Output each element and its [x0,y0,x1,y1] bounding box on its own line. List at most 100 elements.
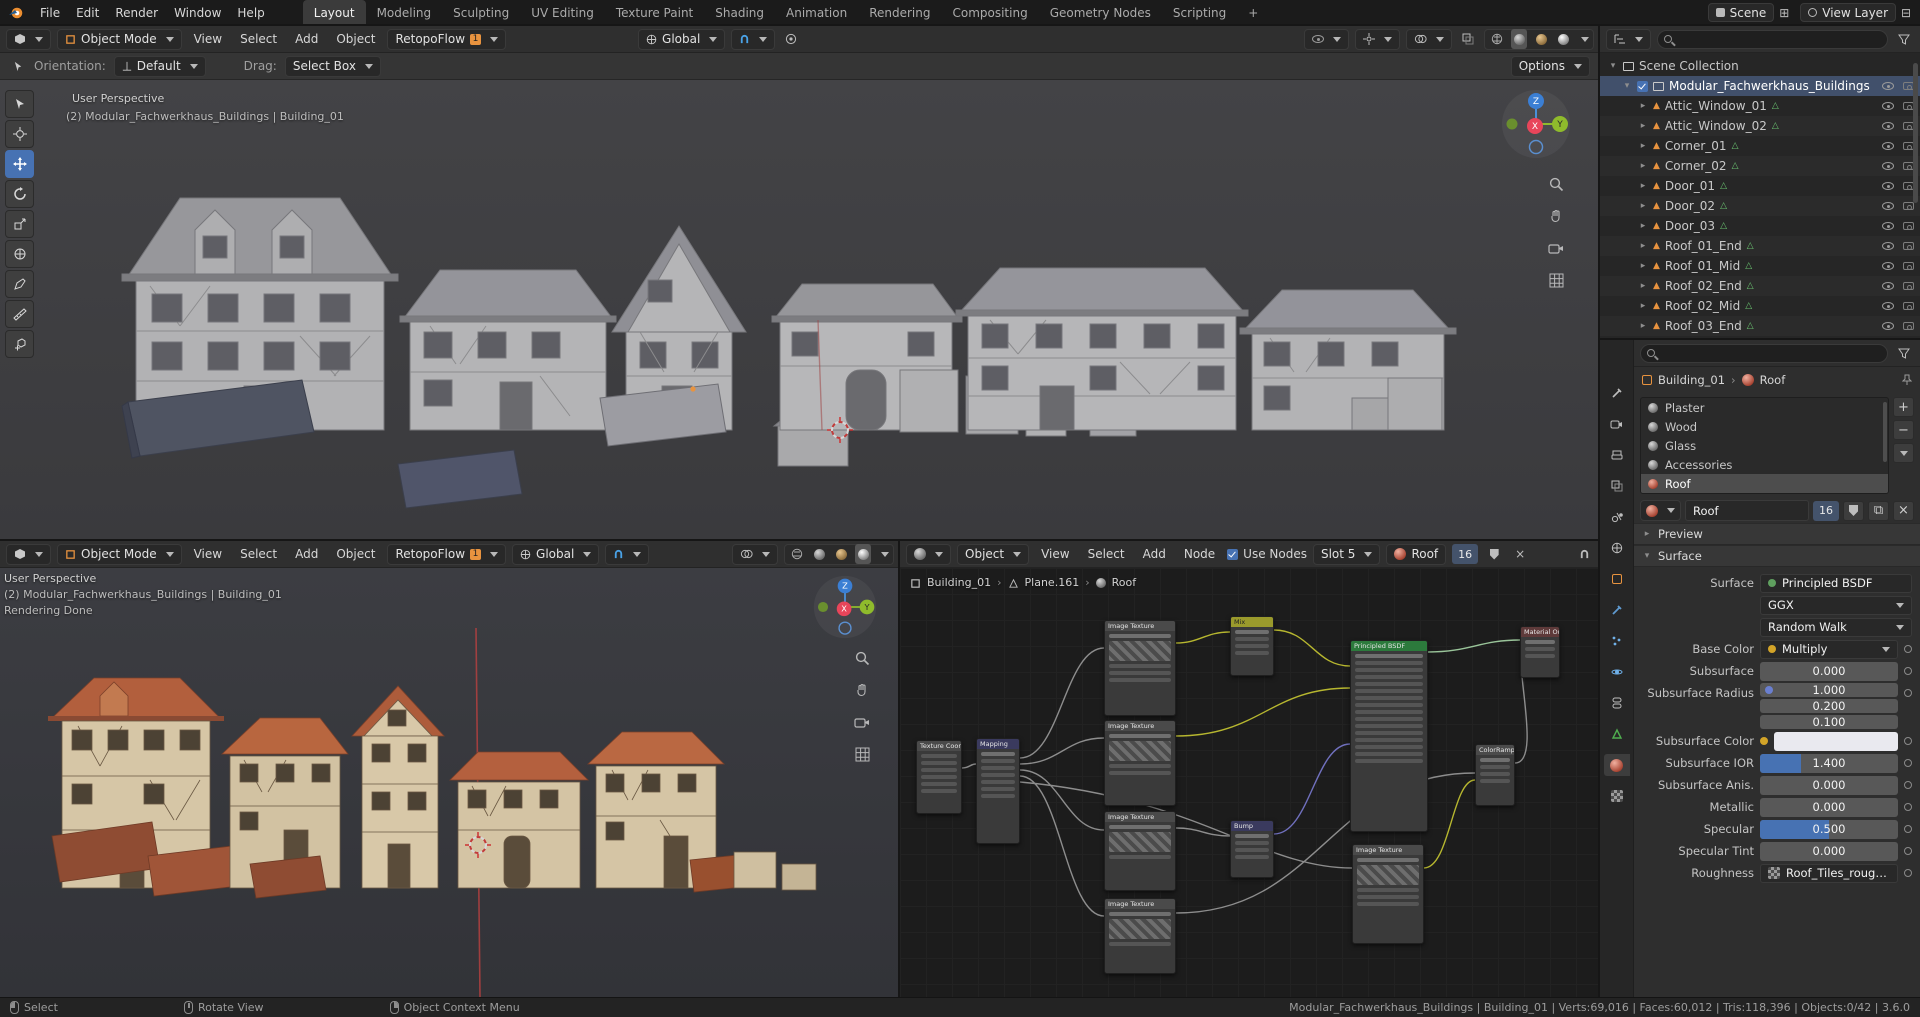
object-name[interactable]: Attic_Window_02 [1665,119,1767,133]
menu-file[interactable]: File [32,0,68,25]
tab-render[interactable] [1604,413,1630,435]
outliner-search[interactable] [1657,29,1888,49]
shading-material-button[interactable] [833,544,849,564]
render-visibility-icon[interactable] [1903,282,1914,290]
tab-scene[interactable] [1604,506,1630,528]
editor-type-button[interactable] [6,543,51,565]
object-name[interactable]: Roof_01_End [1665,239,1742,253]
object-name[interactable]: Roof_02_Mid [1665,299,1740,313]
shader-node-material-output[interactable]: Material Output [1520,626,1560,678]
surface-shader-dropdown[interactable]: Principled BSDF [1760,573,1912,593]
shader-node-mapping[interactable]: Mapping [976,738,1020,844]
object-row[interactable]: ▸ ▲ Roof_01_Mid △ [1600,256,1920,276]
properties-search-input[interactable] [1660,347,1881,359]
hide-eye-icon[interactable] [1882,82,1894,90]
node-header[interactable]: Mapping [977,739,1019,749]
node-header[interactable]: Principled BSDF [1351,641,1427,651]
menu-node[interactable]: Node [1178,541,1221,567]
object-name[interactable]: Roof_03_End [1665,319,1742,333]
filter-icon[interactable] [1894,343,1914,363]
tool-cursor[interactable] [5,120,34,148]
object-row[interactable]: ▸ ▲ Roof_02_Mid △ [1600,296,1920,316]
transform-orientation-dropdown[interactable]: Global [512,543,600,565]
shader-node-image-texture[interactable]: Image Texture [1352,844,1424,944]
render-visibility-icon[interactable] [1903,222,1914,230]
menu-view[interactable]: View [188,541,228,567]
unlink-material-button[interactable]: × [1893,500,1914,521]
material-slot[interactable]: Glass [1641,436,1888,455]
decorator-dot[interactable] [1904,803,1912,811]
tool-annotate[interactable] [5,270,34,298]
outliner-search-input[interactable] [1677,33,1881,45]
workspace-tab-uv-editing[interactable]: UV Editing [520,0,605,25]
subsurface-anis-slider[interactable]: 0.000 [1760,775,1898,795]
shading-solid-button[interactable] [811,544,827,564]
shading-wireframe-button[interactable] [789,544,805,564]
menu-select[interactable]: Select [1082,541,1131,567]
decorator-dot[interactable] [1904,825,1912,833]
workspace-tab-animation[interactable]: Animation [775,0,858,25]
decorator-dot[interactable] [1904,667,1912,675]
zoom-icon[interactable] [1544,172,1568,196]
object-name[interactable]: Corner_02 [1665,159,1727,173]
hide-eye-icon[interactable] [1882,122,1894,130]
node-header[interactable]: Image Texture [1105,899,1175,909]
material-slot[interactable]: Plaster [1641,398,1888,417]
object-name[interactable]: Roof_02_End [1665,279,1742,293]
object-row[interactable]: ▸ ▲ Roof_01_End △ [1600,236,1920,256]
radius-z-field[interactable]: 0.100 [1760,715,1898,729]
workspace-tab-compositing[interactable]: Compositing [941,0,1038,25]
expand-arrow-icon[interactable]: ▸ [1638,261,1648,271]
decorator-dot[interactable] [1904,869,1912,877]
editor-type-button[interactable] [6,28,51,50]
object-row[interactable]: ▸ ▲ Attic_Window_01 △ [1600,96,1920,116]
object-row[interactable]: ▸ ▲ Roof_02_End △ [1600,276,1920,296]
shader-node-image-texture[interactable]: Image Texture [1104,620,1176,716]
browse-material-button[interactable] [1640,500,1681,521]
hide-eye-icon[interactable] [1882,142,1894,150]
camera-view-icon[interactable] [850,710,874,734]
ortho-grid-icon[interactable] [1544,268,1568,292]
material-slot[interactable]: Accessories [1641,455,1888,474]
filter-icon[interactable] [1894,29,1914,49]
shader-node-image-texture[interactable]: Image Texture [1104,898,1176,974]
menu-render[interactable]: Render [107,0,166,25]
tab-constraints[interactable] [1604,692,1630,714]
retopoflow-menu[interactable]: RetopoFlow 1 [387,28,507,50]
tab-tool[interactable] [1604,382,1630,404]
surface-section-header[interactable]: ▾ Surface [1634,545,1920,567]
add-slot-button[interactable]: + [1893,397,1914,417]
hide-eye-icon[interactable] [1882,262,1894,270]
camera-view-icon[interactable] [1544,236,1568,260]
shading-solid-button[interactable] [1511,29,1527,49]
subsurface-slider[interactable]: 0.000 [1760,661,1898,681]
shading-options-caret[interactable] [1581,36,1589,42]
menu-add[interactable]: Add [289,26,324,52]
specular-slider[interactable]: 0.500 [1760,819,1898,839]
decorator-dot[interactable] [1904,689,1912,697]
remove-slot-button[interactable]: − [1893,420,1914,440]
hide-eye-icon[interactable] [1882,102,1894,110]
node-header[interactable]: Image Texture [1105,621,1175,631]
outliner-scrollbar[interactable] [1913,63,1918,203]
shader-node-image-texture[interactable]: Image Texture [1104,720,1176,806]
blender-logo[interactable] [0,0,32,25]
render-visibility-icon[interactable] [1903,242,1914,250]
subsurface-color-swatch[interactable] [1774,731,1898,751]
shader-canvas[interactable]: Building_01 › Plane.161 › Roof Texture C… [900,568,1600,997]
tool-select-box[interactable] [5,90,34,118]
hide-eye-icon[interactable] [1882,322,1894,330]
object-name[interactable]: Corner_01 [1665,139,1727,153]
options-dropdown[interactable]: Options [1510,55,1590,77]
expand-arrow-icon[interactable]: ▸ [1638,321,1648,331]
tool-transform[interactable] [5,240,34,268]
hide-eye-icon[interactable] [1882,162,1894,170]
scene-selector[interactable]: Scene [1707,3,1775,22]
node-header[interactable]: ColorRamp [1476,745,1514,755]
shading-rendered-button[interactable] [1555,29,1571,49]
proportional-editing-icon[interactable] [781,29,801,49]
shading-material-button[interactable] [1533,29,1549,49]
menu-add[interactable]: Add [289,541,324,567]
object-row[interactable]: ▸ ▲ Corner_02 △ [1600,156,1920,176]
shader-node-texture-coordinate[interactable]: Texture Coordinate [916,740,962,814]
